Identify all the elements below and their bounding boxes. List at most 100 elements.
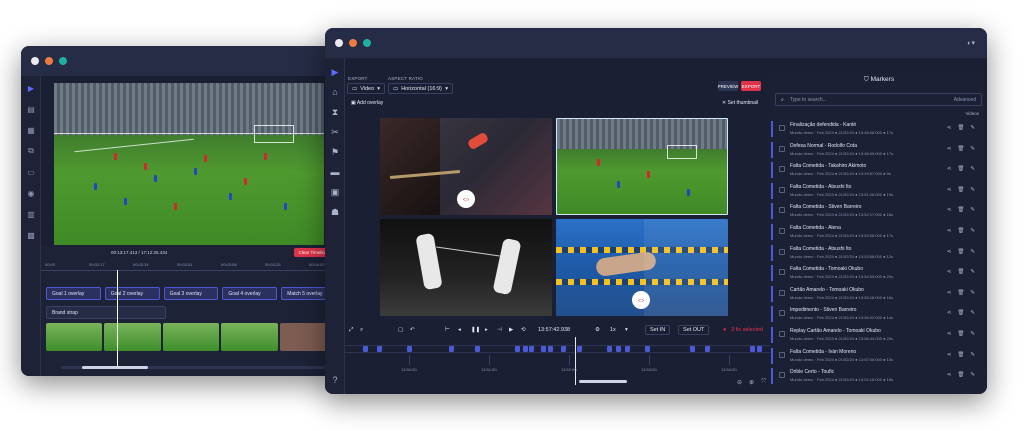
brand-strap-clip[interactable]: Brand strap	[46, 306, 166, 319]
marker-row[interactable]: Drible Certo - Toufic Mundo demo · Feb 20…	[771, 366, 987, 386]
timeline-marker[interactable]	[377, 346, 382, 352]
marker-row[interactable]: Defesa Normal - Rodolfo Cota Mundo demo ·…	[771, 140, 987, 160]
edit-icon[interactable]: ✎	[970, 290, 975, 296]
trash-icon[interactable]: 🗑	[957, 372, 964, 378]
marker-row[interactable]: Cartão Amarelo - Tomoaki Okubo Mundo demo…	[771, 284, 987, 304]
loop-icon[interactable]: ⟲	[521, 323, 526, 337]
speed-select[interactable]: 1x	[610, 323, 616, 337]
search-input[interactable]: ⌕ Type to search... Advanced	[775, 93, 982, 106]
marker-row[interactable]: Falta Cometida - Takahiro Akimoto Mundo d…	[771, 160, 987, 180]
chevron-down-icon[interactable]: ▾	[625, 323, 628, 337]
timeline-scrollbar[interactable]	[579, 380, 627, 383]
edit-icon[interactable]: ✎	[970, 372, 975, 378]
playhead[interactable]	[575, 337, 576, 385]
media-icon[interactable]: ▦	[21, 121, 41, 139]
add-overlay-button[interactable]: ▣ Add overlay	[351, 100, 383, 106]
advanced-toggle[interactable]: Advanced	[954, 97, 976, 103]
trash-icon[interactable]: 🗑	[957, 146, 964, 152]
edit-icon[interactable]: ✎	[970, 146, 975, 152]
share-icon[interactable]: ⋖	[947, 228, 952, 234]
timeline-marker[interactable]	[475, 346, 480, 352]
swimming-view[interactable]: ⇔	[556, 219, 728, 316]
tag-icon[interactable]: ◉	[21, 184, 41, 202]
timeline-marker[interactable]	[705, 346, 710, 352]
folder-icon[interactable]: ▭	[21, 163, 41, 181]
marker-row[interactable]: Falta Cometida - Tomoaki Okubo Mundo demo…	[771, 263, 987, 283]
marker-checkbox[interactable]	[779, 372, 785, 379]
trim-start-icon[interactable]: ⊢	[445, 323, 450, 337]
swap-icon[interactable]: ⇔	[632, 291, 650, 309]
zoom-out-icon[interactable]: ⊖	[737, 379, 742, 386]
overlay-clip[interactable]: Goal 3 overlay	[163, 287, 219, 300]
overlay-clip[interactable]: Goal 2 overlay	[104, 287, 160, 300]
timeline-marker[interactable]	[577, 346, 582, 352]
video-track[interactable]	[46, 323, 336, 351]
share-icon[interactable]: ⋖	[947, 166, 952, 172]
marker-row[interactable]: Falta Cometida - Atsushi Ito Mundo demo ·…	[771, 243, 987, 263]
timeline-marker[interactable]	[449, 346, 454, 352]
marker-row[interactable]: Impedimento - Stiven Barreiro Mundo demo …	[771, 304, 987, 324]
trash-icon[interactable]: 🗑	[957, 269, 964, 275]
share-icon[interactable]: ⋖	[947, 125, 952, 131]
preview-button[interactable]: PREVIEW	[718, 81, 738, 91]
timeline-marker[interactable]	[548, 346, 553, 352]
videos-filter[interactable]: Videos	[965, 111, 979, 116]
trash-icon[interactable]: 🗑	[957, 207, 964, 213]
marker-checkbox[interactable]	[779, 186, 785, 193]
trash-icon[interactable]: 🗑	[957, 249, 964, 255]
timeline-marker[interactable]	[515, 346, 520, 352]
trash-icon[interactable]: 🗑	[957, 352, 964, 358]
marker-row[interactable]: Falta Cometida - Alena Mundo demo · Feb 2…	[771, 222, 987, 242]
timeline-marker[interactable]	[523, 346, 528, 352]
marker-row[interactable]: Falta Cometida - Iván Moreno Mundo demo ·…	[771, 346, 987, 366]
chart-icon[interactable]: ▥	[21, 205, 41, 223]
football-view[interactable]	[556, 118, 728, 215]
marker-checkbox[interactable]	[779, 125, 785, 131]
timeline-marker[interactable]	[561, 346, 566, 352]
marker-row[interactable]: Finalização defendida - Kanté Mundo demo …	[771, 119, 987, 139]
edit-icon[interactable]: ✎	[970, 228, 975, 234]
timeline-marker[interactable]	[529, 346, 534, 352]
export-type-select[interactable]: ▭ Video ▾	[347, 83, 385, 94]
timeline-scrollbar[interactable]	[61, 366, 326, 369]
set-out-button[interactable]: Set OUT	[678, 325, 710, 335]
timeline-marker[interactable]	[645, 346, 650, 352]
marker-checkbox[interactable]	[779, 145, 785, 152]
snapshot-icon[interactable]: ▢	[398, 323, 403, 337]
share-icon[interactable]: ⋖	[947, 207, 952, 213]
set-in-button[interactable]: Set IN	[645, 325, 671, 335]
edit-icon[interactable]: ✎	[970, 125, 975, 131]
trash-icon[interactable]: 🗑	[957, 166, 964, 172]
maximize-dot[interactable]	[363, 39, 371, 47]
next-icon[interactable]: ▸	[485, 323, 488, 337]
share-icon[interactable]: ⋖	[947, 187, 952, 193]
trash-icon[interactable]: 🗑	[957, 331, 964, 337]
play-icon[interactable]: ▶	[509, 323, 513, 337]
zoom-icon[interactable]: ⌕	[360, 323, 363, 337]
timeline-marker[interactable]	[607, 346, 612, 352]
maximize-dot[interactable]	[59, 57, 67, 65]
share-icon[interactable]: ⋖	[947, 310, 952, 316]
share-icon[interactable]: ⋖	[947, 249, 952, 255]
set-thumbnail-button[interactable]: ✕ Set thumbnail	[722, 100, 758, 106]
settings-icon[interactable]: ⚙	[595, 323, 600, 337]
edit-icon[interactable]: ✎	[970, 166, 975, 172]
fencing-view[interactable]	[380, 219, 552, 316]
marker-checkbox[interactable]	[779, 310, 785, 317]
marker-row[interactable]: Falta Cometida - Atsushi Ito Mundo demo ·…	[771, 181, 987, 201]
timeline-marker[interactable]	[407, 346, 412, 352]
timeline-marker[interactable]	[541, 346, 546, 352]
marker-row[interactable]: Replay Cartão Amarelo - Tomoaki Okubo Mun…	[771, 325, 987, 345]
trash-icon[interactable]: 🗑	[957, 187, 964, 193]
fullscreen-icon[interactable]: ⤢	[349, 323, 353, 337]
prev-icon[interactable]: ◂	[458, 323, 461, 337]
trim-end-icon[interactable]: ⊣	[497, 323, 502, 337]
trash-icon[interactable]: 🗑	[957, 290, 964, 296]
aspect-ratio-select[interactable]: ▭ Horizontal (16:9) ▾	[388, 83, 453, 94]
home-icon[interactable]: ⌂	[325, 82, 345, 102]
marker-checkbox[interactable]	[779, 289, 785, 296]
overlay-clip[interactable]: Goal 1 overlay	[46, 287, 101, 300]
marker-checkbox[interactable]	[779, 351, 785, 358]
screen-icon[interactable]: ▣	[325, 182, 345, 202]
share-icon[interactable]: ⋖	[947, 331, 952, 337]
